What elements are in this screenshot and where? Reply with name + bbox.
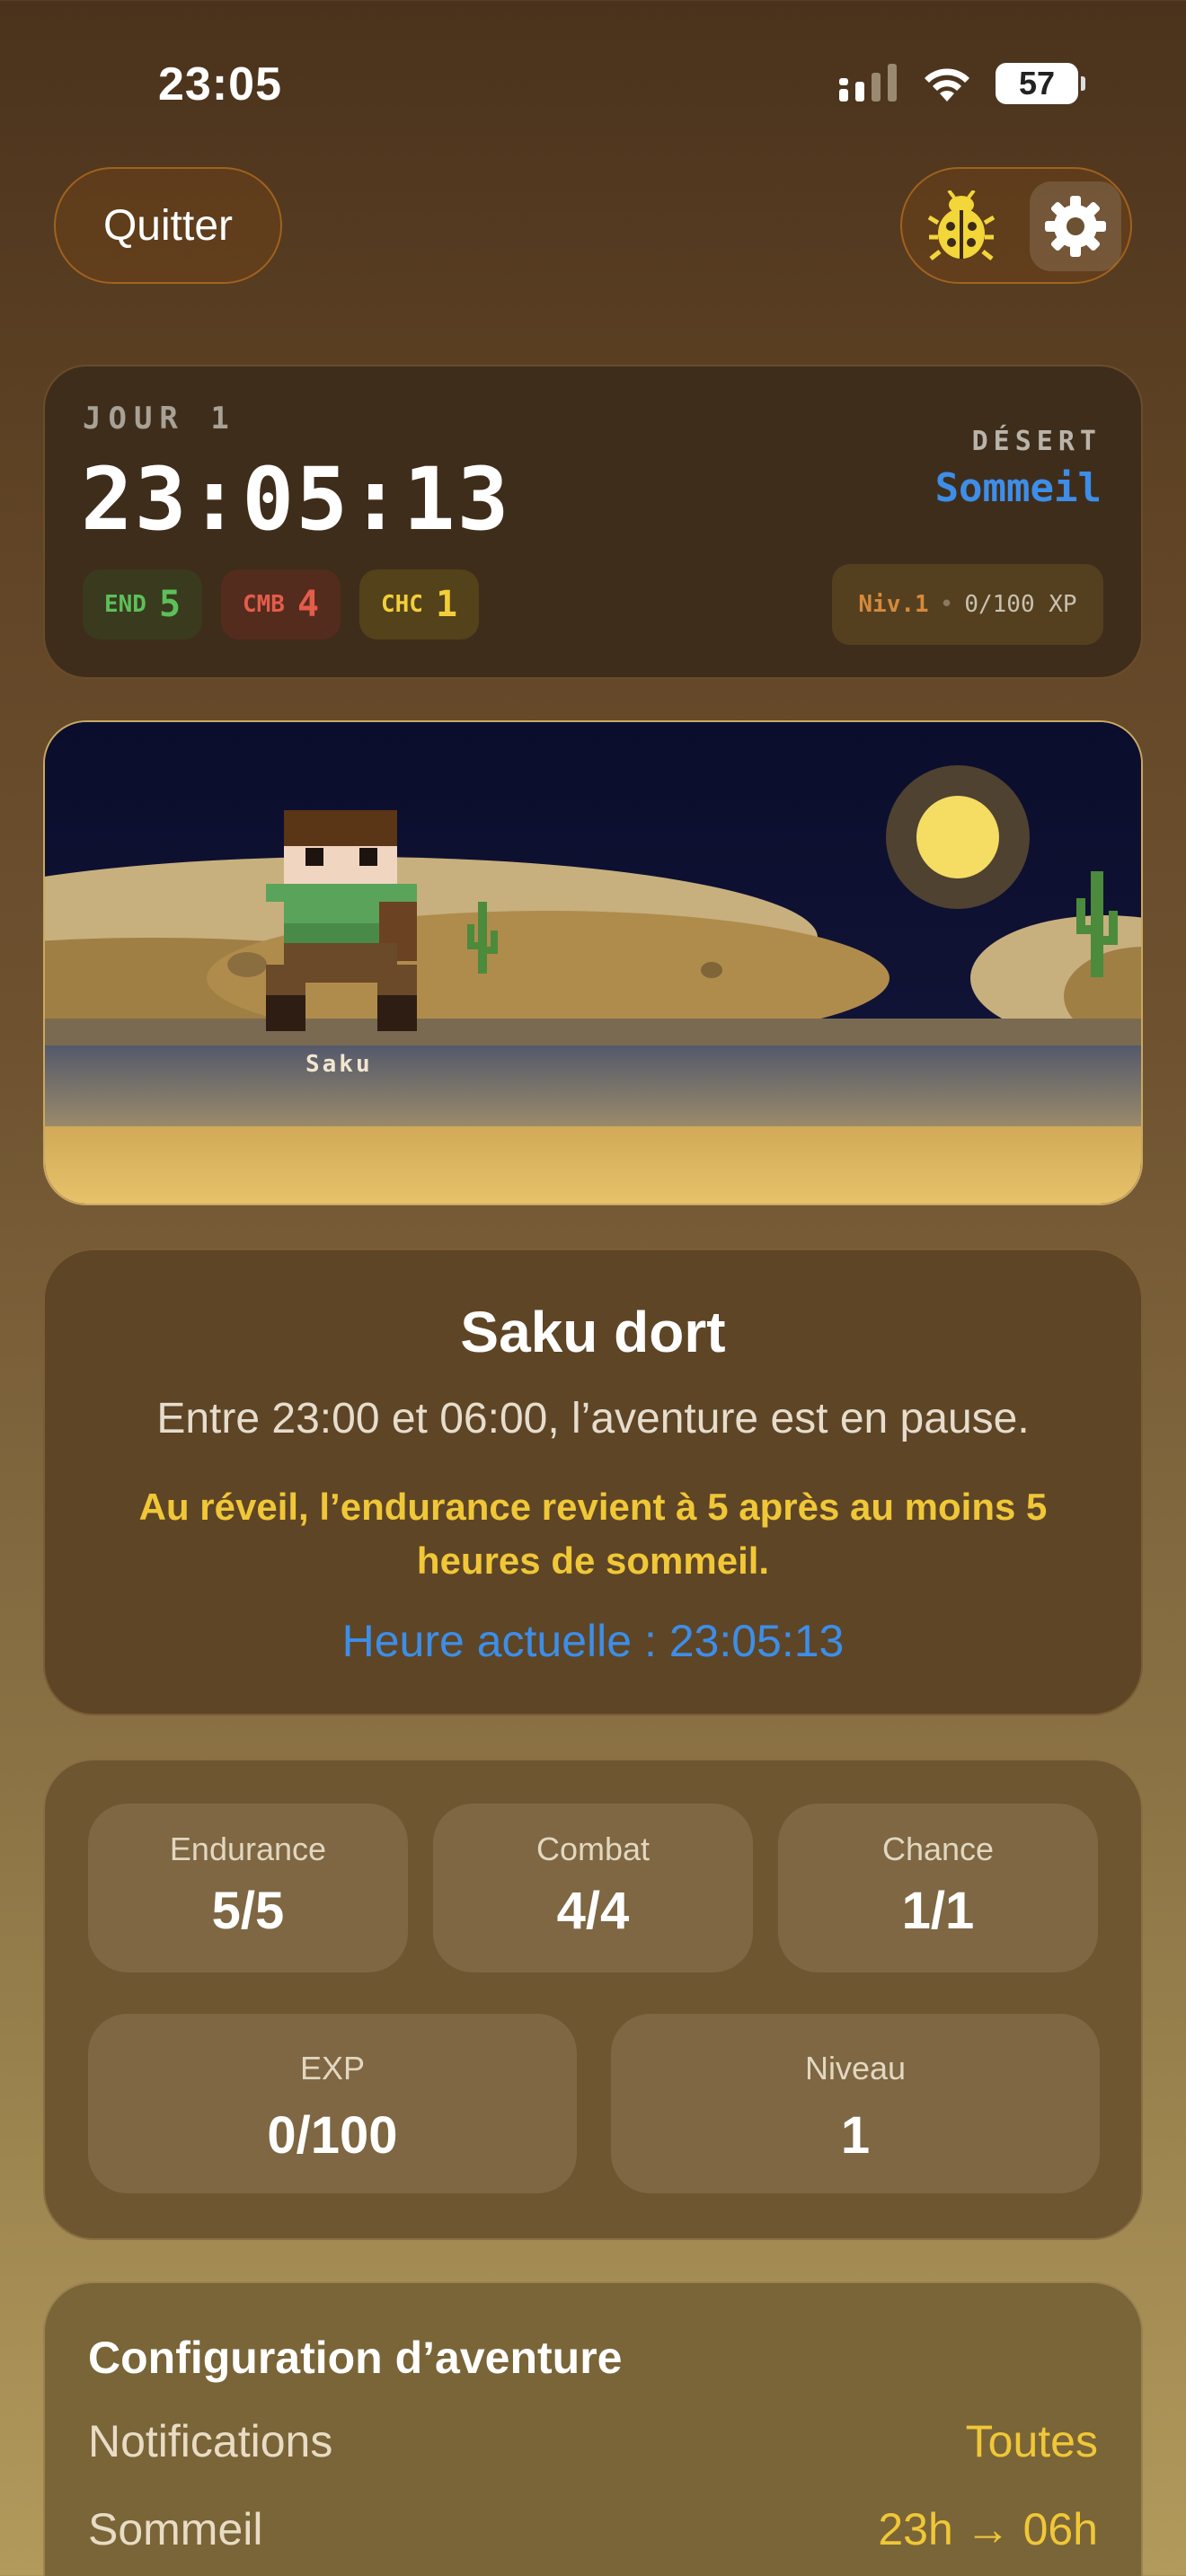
sleep-title: Saku dort bbox=[460, 1300, 726, 1364]
stat-value: 4 bbox=[296, 584, 320, 625]
gear-icon bbox=[1045, 196, 1106, 257]
config-row-notifications[interactable]: Notifications Toutes bbox=[88, 2414, 1098, 2468]
separator: • bbox=[939, 591, 954, 618]
stats-card: Endurance 5/5 Combat 4/4 Chance 1/1 EXP … bbox=[43, 1759, 1143, 2240]
level-label: Niv.1 bbox=[858, 591, 929, 618]
config-value: 23h → 06h bbox=[878, 2504, 1098, 2554]
settings-button[interactable] bbox=[1030, 181, 1121, 271]
day-label: JOUR 1 bbox=[83, 401, 236, 437]
wifi-icon bbox=[925, 68, 969, 101]
debug-button[interactable] bbox=[916, 181, 1006, 271]
quit-button[interactable]: Quitter bbox=[54, 167, 282, 284]
stat-tile-level: Niveau 1 bbox=[611, 2014, 1100, 2193]
status-icons: 57 bbox=[839, 63, 1085, 104]
stat-value: 0/100 bbox=[267, 2106, 398, 2165]
stat-tile-combat: Combat 4/4 bbox=[433, 1804, 753, 1972]
bug-icon bbox=[927, 190, 996, 260]
stat-value: 5 bbox=[158, 584, 181, 625]
stat-value: 5/5 bbox=[211, 1882, 285, 1940]
config-row-sleep[interactable]: Sommeil 23h → 06h bbox=[88, 2502, 1098, 2556]
zone-label: DÉSERT bbox=[971, 426, 1102, 457]
stat-key: CMB bbox=[243, 591, 285, 618]
config-value: Toutes bbox=[965, 2416, 1098, 2466]
config-title: Configuration d’aventure bbox=[88, 2333, 623, 2383]
stat-chip-endurance: END 5 bbox=[83, 569, 203, 640]
battery-indicator: 57 bbox=[996, 63, 1085, 104]
config-label: Notifications bbox=[88, 2416, 333, 2466]
phase-label: Sommeil bbox=[934, 465, 1102, 511]
game-clock: 23:05:13 bbox=[81, 449, 511, 550]
stat-label: Combat bbox=[535, 1831, 651, 1867]
stat-key: CHC bbox=[381, 591, 423, 618]
desert-night-illustration bbox=[45, 722, 1141, 1204]
stat-chip-combat: CMB 4 bbox=[221, 569, 341, 640]
sleep-warning: Au réveil, l’endurance revient à 5 après… bbox=[138, 1486, 1048, 1582]
adventure-config-card: Configuration d’aventure Notifications T… bbox=[43, 2281, 1143, 2576]
xp-label: 0/100 XP bbox=[964, 591, 1077, 618]
stat-label: EXP bbox=[299, 2050, 366, 2086]
stat-value: 4/4 bbox=[556, 1882, 630, 1940]
hud-card: JOUR 1 23:05:13 DÉSERT Sommeil END 5 CMB… bbox=[43, 365, 1143, 679]
stat-tile-exp: EXP 0/100 bbox=[88, 2014, 577, 2193]
stat-value: 1 bbox=[435, 584, 458, 625]
sleep-message: Entre 23:00 et 06:00, l’aventure est en … bbox=[156, 1395, 1030, 1442]
sleep-card: Saku dort Entre 23:00 et 06:00, l’aventu… bbox=[43, 1248, 1143, 1716]
stat-label: Chance bbox=[881, 1831, 995, 1867]
current-time: Heure actuelle : 23:05:13 bbox=[341, 1616, 845, 1666]
stat-value: 1 bbox=[840, 2106, 871, 2165]
stat-key: END bbox=[104, 591, 146, 618]
game-scene: Saku bbox=[43, 720, 1143, 1205]
character-name: Saku bbox=[305, 1051, 373, 1078]
top-actions bbox=[900, 167, 1132, 284]
stat-value: 1/1 bbox=[901, 1882, 975, 1940]
stat-chip-chance: CHC 1 bbox=[359, 569, 480, 640]
status-time: 23:05 bbox=[158, 58, 282, 110]
level-xp-badge: Niv.1 • 0/100 XP bbox=[832, 564, 1103, 645]
config-label: Sommeil bbox=[88, 2504, 263, 2554]
stat-tile-endurance: Endurance 5/5 bbox=[88, 1804, 408, 1972]
stat-label: Niveau bbox=[804, 2050, 907, 2086]
signal-icon bbox=[839, 64, 897, 101]
stat-tile-chance: Chance 1/1 bbox=[778, 1804, 1098, 1972]
stat-label: Endurance bbox=[169, 1831, 327, 1867]
